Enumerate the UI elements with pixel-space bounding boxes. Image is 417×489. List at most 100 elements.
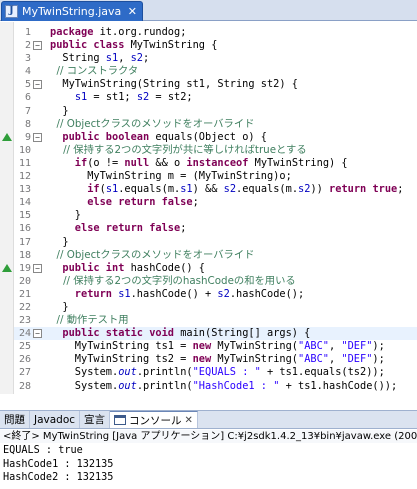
line-number: 17 <box>18 236 31 248</box>
code-line[interactable]: 2− public class MyTwinString { <box>14 39 417 52</box>
string-token: "ABC" <box>298 340 329 353</box>
code-line[interactable]: 28 System.out.println("HashCode1 : " + t… <box>14 380 417 393</box>
fold-toggle-icon[interactable]: − <box>33 132 42 142</box>
line-number: 20 <box>18 275 31 287</box>
code-token: System. <box>50 393 118 394</box>
keyword-token: public static void <box>50 327 174 340</box>
code-text: // 保持する2つの文字列のhashCodeの和を用いる <box>50 275 296 288</box>
string-token: "DEF" <box>341 340 373 353</box>
code-editor[interactable]: 1 package it.org.rundog; 2− public class My… <box>0 22 417 394</box>
field-token: s2 <box>136 91 150 104</box>
tab-javadoc[interactable]: Javadoc <box>30 411 81 428</box>
code-token: + ts1.hashCode()); <box>279 379 398 392</box>
code-token: MyTwinString ts1 = <box>50 340 193 353</box>
code-token: } <box>50 209 81 222</box>
comment-token: // Objectクラスのメソッドをオーバライド <box>50 248 255 261</box>
code-line[interactable]: 18 // Objectクラスのメソッドをオーバライド <box>14 249 417 262</box>
code-text: return s1.hashCode() + s2.hashCode(); <box>50 288 304 301</box>
code-text: if(o != null && o instanceof MyTwinStrin… <box>50 157 348 170</box>
code-line[interactable]: 11 if(o != null && o instanceof MyTwinSt… <box>14 157 417 170</box>
code-line[interactable]: 8 // Objectクラスのメソッドをオーバライド <box>14 118 417 131</box>
code-text: if(s1.equals(m.s1) && s2.equals(m.s2)) r… <box>50 183 403 196</box>
code-text: MyTwinString m = (MyTwinString)o; <box>50 170 292 183</box>
tab-console[interactable]: コンソール ✕ <box>110 411 198 428</box>
field-token: s1 <box>105 183 119 196</box>
code-line[interactable]: 6 s1 = st1; s2 = st2; <box>14 91 417 104</box>
keyword-token: public boolean <box>50 130 150 143</box>
override-marker-icon[interactable] <box>2 132 12 141</box>
code-line[interactable]: 12 MyTwinString m = (MyTwinString)o; <box>14 170 417 183</box>
static-field-token: out <box>118 379 137 392</box>
tab-problems-label: 問題 <box>4 414 25 426</box>
code-text: public int hashCode() { <box>50 262 205 275</box>
code-line[interactable]: 27 System.out.println("EQUALS : " + ts1.… <box>14 366 417 379</box>
code-token: String <box>50 52 106 65</box>
keyword-token: null <box>124 156 150 169</box>
code-line[interactable]: 16 else return false; <box>14 222 417 235</box>
code-line[interactable]: 15 } <box>14 209 417 222</box>
code-token: ); <box>372 340 385 353</box>
close-icon[interactable]: ✕ <box>185 415 193 426</box>
code-text: // 保持する2つの文字列が共に等しければtrueとする <box>50 144 307 157</box>
line-number: 23 <box>18 315 31 327</box>
fold-toggle-icon[interactable]: − <box>33 41 42 51</box>
code-token: MyTwinString( <box>211 340 298 353</box>
code-text: String s1, s2; <box>50 52 149 65</box>
code-line[interactable]: 1 package it.org.rundog; <box>14 26 417 39</box>
code-line[interactable]: 25 MyTwinString ts1 = new MyTwinString("… <box>14 340 417 353</box>
code-text: public static void main(String[] args) { <box>50 327 310 340</box>
code-token: } <box>50 104 69 117</box>
override-marker-icon[interactable] <box>2 263 12 272</box>
code-line[interactable]: 5− MyTwinString(String st1, String st2) … <box>14 78 417 91</box>
code-token: + ts2.hashCode()); <box>279 393 398 394</box>
code-line[interactable]: 29 System.out.println("HashCode2 : " + t… <box>14 393 417 394</box>
field-token: s1 <box>105 52 119 65</box>
code-line[interactable]: 19− public int hashCode() { <box>2 262 417 275</box>
code-line[interactable]: 13 if(s1.equals(m.s1) && s2.equals(m.s2)… <box>14 183 417 196</box>
editor-tab-mytwinstring[interactable]: MyTwinString.java ✕ <box>1 1 143 21</box>
fold-toggle-icon[interactable]: − <box>33 329 42 339</box>
code-token: )) <box>310 183 330 196</box>
line-number: 4 <box>24 66 31 78</box>
code-line[interactable]: 3 String s1, s2; <box>14 52 417 65</box>
code-line[interactable]: 7 } <box>14 105 417 118</box>
keyword-token: else return false <box>50 222 181 235</box>
line-number: 1 <box>24 27 31 38</box>
code-token: (o != <box>87 156 125 169</box>
code-token: .println( <box>137 393 193 394</box>
tab-declaration[interactable]: 宣言 <box>80 411 111 428</box>
code-line[interactable]: 10 // 保持する2つの文字列が共に等しければtrueとする <box>14 144 417 157</box>
code-line[interactable]: 22 } <box>14 301 417 314</box>
code-line[interactable]: 17 } <box>14 236 417 249</box>
editor-tab-title: MyTwinString.java <box>22 5 122 18</box>
fold-toggle-icon[interactable]: − <box>33 80 42 90</box>
code-text: MyTwinString(String st1, String st2) { <box>50 78 298 91</box>
field-token: s2 <box>217 287 230 300</box>
line-number: 6 <box>24 92 31 104</box>
close-icon[interactable]: ✕ <box>128 5 137 18</box>
code-line[interactable]: 14 else return false; <box>14 196 417 209</box>
code-line[interactable]: 21 return s1.hashCode() + s2.hashCode(); <box>14 288 417 301</box>
code-token: ; <box>192 196 199 209</box>
code-line[interactable]: 23 // 動作テスト用 <box>14 314 417 327</box>
code-token: ); <box>372 353 385 366</box>
code-line[interactable]: 4 // コンストラクタ <box>14 65 417 78</box>
tab-problems[interactable]: 問題 <box>0 411 30 428</box>
code-token: ; <box>397 183 404 196</box>
line-number: 16 <box>18 223 31 235</box>
code-token: MyTwinString m = (MyTwinString)o; <box>50 170 292 183</box>
code-line[interactable]: 26 MyTwinString ts2 = new MyTwinString("… <box>14 353 417 366</box>
code-line[interactable]: 9− public boolean equals(Object o) { <box>2 130 417 144</box>
code-token: hashCode() { <box>124 261 205 274</box>
field-token: s2 <box>223 183 237 196</box>
code-lines: 1 package it.org.rundog; 2− public class My… <box>2 26 417 394</box>
line-number: 29 <box>14 393 31 395</box>
editor-ruler <box>0 22 14 394</box>
code-line[interactable]: 24− public static void main(String[] arg… <box>14 327 417 341</box>
code-line[interactable]: 20 // 保持する2つの文字列のhashCodeの和を用いる <box>14 275 417 288</box>
code-text: else return false; <box>50 222 187 235</box>
fold-toggle-icon[interactable]: − <box>33 263 42 273</box>
console-output[interactable]: EQUALS : true HashCode1 : 132135 HashCod… <box>3 444 113 485</box>
tab-javadoc-label: Javadoc <box>34 413 76 426</box>
